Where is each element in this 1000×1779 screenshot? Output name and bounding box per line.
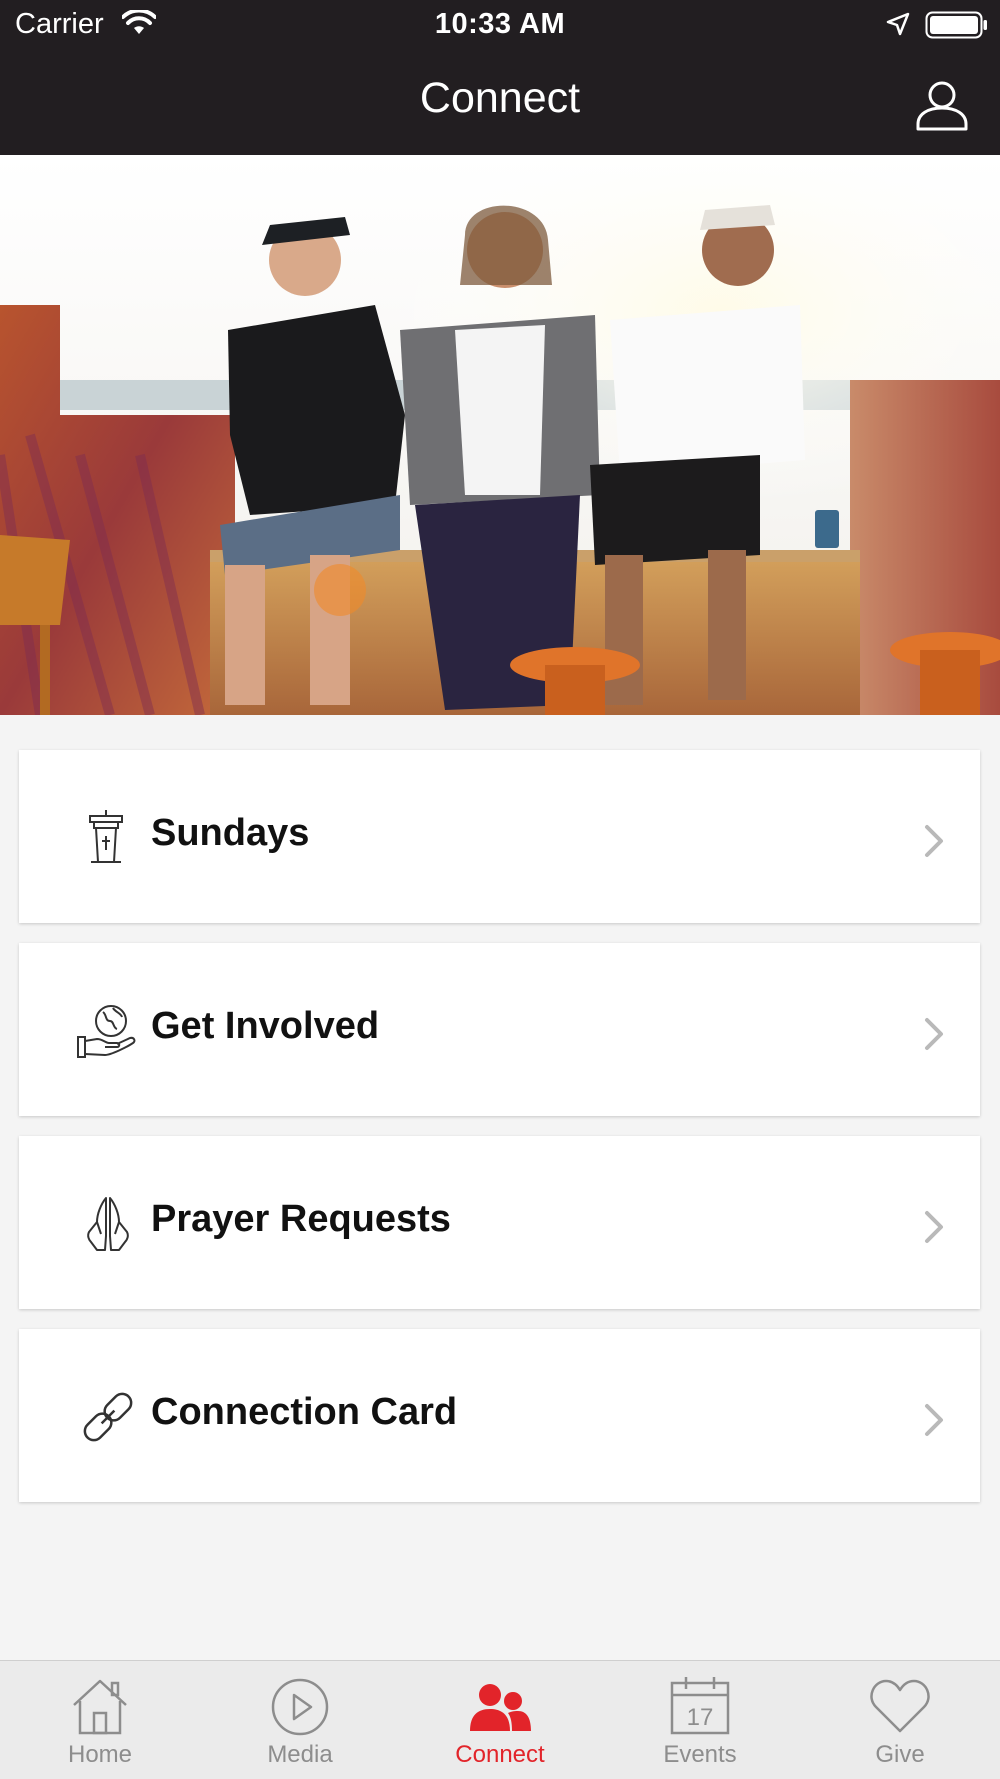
people-icon — [470, 1684, 531, 1731]
clock: 10:33 AM — [434, 8, 566, 40]
menu-item-prayer-requests[interactable]: Prayer Requests — [19, 1136, 980, 1309]
menu-item-label: Sundays — [151, 812, 310, 854]
hero-image — [0, 155, 1000, 715]
tab-media[interactable]: Media — [200, 1661, 400, 1779]
chevron-right-icon — [925, 1404, 943, 1436]
nav-bar: Connect — [0, 50, 1000, 155]
menu-item-label: Get Involved — [151, 1005, 380, 1047]
play-icon — [271, 1678, 329, 1736]
menu-item-get-involved[interactable]: Get Involved — [19, 943, 980, 1116]
heart-icon — [870, 1679, 930, 1733]
profile-icon[interactable] — [915, 78, 969, 132]
tab-give[interactable]: Give — [800, 1661, 1000, 1779]
tab-connect[interactable]: Connect — [400, 1661, 600, 1779]
chevron-right-icon — [925, 1211, 943, 1243]
menu-item-label: Prayer Requests — [151, 1198, 451, 1240]
chevron-right-icon — [925, 1018, 943, 1050]
hand-globe-icon — [77, 1005, 136, 1058]
menu-item-label: Connection Card — [151, 1391, 458, 1433]
tab-label: Give — [875, 1741, 925, 1768]
page-title: Connect — [419, 74, 581, 122]
praying-hands-icon — [87, 1197, 129, 1251]
calendar-icon: 17 — [670, 1677, 730, 1735]
tab-label: Media — [267, 1741, 333, 1768]
location-arrow-icon — [886, 12, 910, 36]
tab-label: Home — [67, 1741, 133, 1768]
battery-icon — [925, 11, 987, 39]
home-icon — [73, 1679, 127, 1735]
menu-item-connection-card[interactable]: Connection Card — [19, 1329, 980, 1502]
menu-item-sundays[interactable]: Sundays — [19, 750, 980, 923]
status-bar: Carrier 10:33 AM — [0, 0, 1000, 50]
tab-label: Connect — [455, 1741, 545, 1768]
tab-label: Events — [663, 1741, 737, 1768]
link-icon — [83, 1392, 133, 1442]
chevron-right-icon — [925, 825, 943, 857]
tab-home[interactable]: Home — [0, 1661, 200, 1779]
tab-bar: Home Media Connect 17 Events Give — [0, 1660, 1000, 1779]
calendar-day: 17 — [687, 1704, 714, 1731]
tab-events[interactable]: 17 Events — [600, 1661, 800, 1779]
pulpit-icon — [89, 810, 123, 863]
